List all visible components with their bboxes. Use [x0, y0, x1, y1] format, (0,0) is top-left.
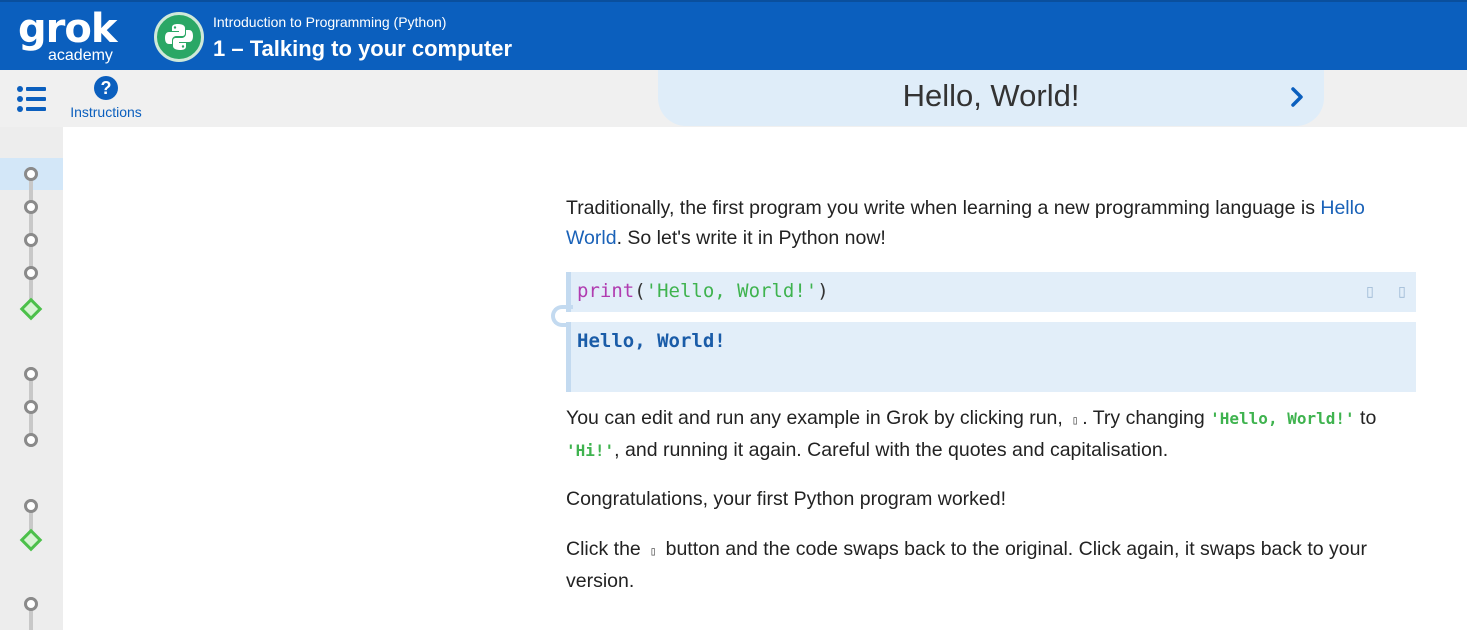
- code-paren: ): [817, 280, 829, 302]
- module-title: 1 – Talking to your computer: [213, 36, 513, 61]
- swap-icon: ▯: [649, 544, 657, 558]
- logo-subtitle: academy: [48, 47, 113, 64]
- slide-node[interactable]: [24, 433, 38, 447]
- text: . Try changing: [1082, 407, 1211, 429]
- program-output: Hello, World!: [577, 330, 726, 352]
- slide-node[interactable]: [24, 400, 38, 414]
- next-slide-chevron-icon[interactable]: [1284, 84, 1310, 110]
- course-name[interactable]: Introduction to Programming (Python): [213, 14, 446, 30]
- slide-title-bar: Hello, World!: [658, 70, 1324, 126]
- top-header-bar: grok academy Introduction to Programming…: [0, 0, 1467, 70]
- run-button-icon[interactable]: ▯: [1364, 282, 1376, 300]
- grok-academy-logo[interactable]: grok academy: [18, 6, 117, 64]
- code-string: 'Hello, World!': [645, 280, 818, 302]
- inline-code: 'Hi!': [566, 441, 615, 460]
- slide-node[interactable]: [24, 367, 38, 381]
- code-editor[interactable]: print('Hello, World!') ▯ ▯: [566, 272, 1416, 312]
- help-icon: ?: [94, 76, 118, 100]
- intro-paragraph: Traditionally, the first program you wri…: [566, 193, 1416, 253]
- code-tools: ▯ ▯: [1364, 282, 1408, 302]
- text: to: [1354, 407, 1377, 429]
- reset-button-icon[interactable]: ▯: [1396, 282, 1408, 300]
- slide-title: Hello, World!: [902, 78, 1080, 113]
- swap-paragraph: Click the ▯ button and the code swaps ba…: [566, 534, 1416, 596]
- slide-node[interactable]: [24, 233, 38, 247]
- slide-node[interactable]: [24, 597, 38, 611]
- inline-code: 'Hello, World!': [1210, 409, 1355, 428]
- logo-wordmark: grok: [18, 6, 117, 52]
- intro-text-end: . So let's write it in Python now!: [616, 227, 886, 249]
- text: , and running it again. Careful with the…: [614, 439, 1169, 461]
- edit-instructions-paragraph: You can edit and run any example in Grok…: [566, 403, 1416, 466]
- instructions-button[interactable]: ? Instructions: [60, 74, 152, 124]
- output-panel: Hello, World!: [566, 322, 1416, 392]
- slide-node[interactable]: [24, 499, 38, 513]
- python-course-icon: [154, 12, 204, 62]
- intro-text: Traditionally, the first program you wri…: [566, 197, 1321, 219]
- slide-progress-rail: [0, 127, 63, 630]
- code-keyword: print: [577, 280, 635, 302]
- slide-node[interactable]: [24, 266, 38, 280]
- text: button and the code swaps back to the or…: [566, 538, 1367, 592]
- problem-complete-diamond[interactable]: [19, 297, 43, 321]
- slide-node[interactable]: [24, 200, 38, 214]
- text: You can edit and run any example in Grok…: [566, 407, 1069, 429]
- text: Click the: [566, 538, 647, 560]
- outline-list-icon[interactable]: [16, 84, 48, 114]
- instructions-label: Instructions: [70, 104, 142, 120]
- lesson-toolbar: ? Instructions Hello, World!: [0, 70, 1467, 127]
- run-icon: ▯: [1071, 413, 1079, 427]
- problem-complete-diamond[interactable]: [19, 528, 43, 552]
- code-paren: (: [634, 280, 646, 302]
- code-line[interactable]: print('Hello, World!'): [577, 278, 829, 304]
- congrats-paragraph: Congratulations, your first Python progr…: [566, 488, 1007, 510]
- slide-node[interactable]: [24, 167, 38, 181]
